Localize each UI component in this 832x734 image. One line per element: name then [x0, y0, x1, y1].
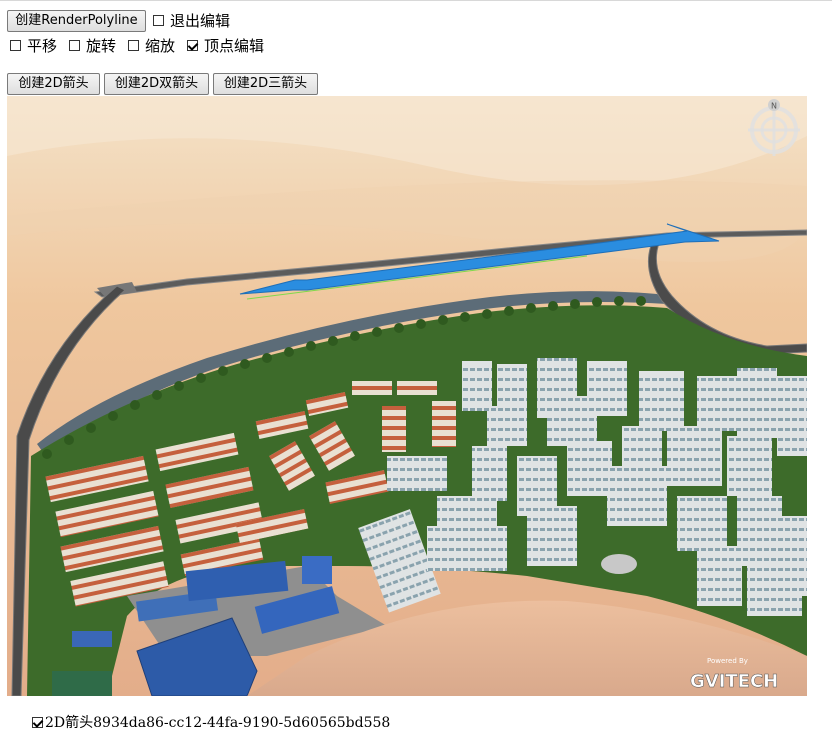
create-2d-triple-arrow-button[interactable]: 创建2D三箭头 [213, 73, 318, 95]
mode-vertex-edit-box[interactable] [187, 40, 198, 51]
mode-scale-box[interactable] [128, 40, 139, 51]
mode-pan-label: 平移 [27, 37, 58, 55]
watermark-brand: GVITECH [690, 671, 778, 692]
exit-edit-checkbox[interactable]: 退出编辑 [153, 10, 230, 31]
create-render-polyline-button[interactable]: 创建RenderPolyline [7, 10, 146, 32]
object-visible-checkbox[interactable] [32, 716, 43, 728]
mode-scale-label: 缩放 [145, 37, 176, 55]
mode-vertex-edit-checkbox[interactable]: 顶点编辑 [187, 35, 264, 56]
mode-pan-box[interactable] [10, 40, 21, 51]
mode-scale-checkbox[interactable]: 缩放 [128, 35, 175, 56]
exit-edit-checkbox-box[interactable] [153, 15, 164, 26]
list-item: 2D箭头8934da86-cc12-44fa-9190-5d60565bd558 [32, 712, 390, 732]
mode-rotate-checkbox[interactable]: 旋转 [69, 35, 116, 56]
mode-vertex-edit-label: 顶点编辑 [204, 37, 265, 55]
mode-pan-checkbox[interactable]: 平移 [10, 35, 57, 56]
3d-viewport[interactable]: N Powered By GVITECH [7, 96, 807, 696]
exit-edit-label: 退出编辑 [170, 12, 231, 30]
watermark-powered-by: Powered By [707, 657, 748, 665]
scene-render: N Powered By GVITECH [7, 96, 807, 696]
object-label[interactable]: 2D箭头8934da86-cc12-44fa-9190-5d60565bd558 [45, 712, 390, 732]
create-2d-arrow-button[interactable]: 创建2D箭头 [7, 73, 100, 95]
object-list: 2D箭头8934da86-cc12-44fa-9190-5d60565bd558 [32, 712, 390, 732]
create-2d-double-arrow-button[interactable]: 创建2D双箭头 [104, 73, 209, 95]
compass-north-label: N [771, 102, 777, 111]
mode-rotate-label: 旋转 [86, 37, 117, 55]
mode-rotate-box[interactable] [69, 40, 80, 51]
